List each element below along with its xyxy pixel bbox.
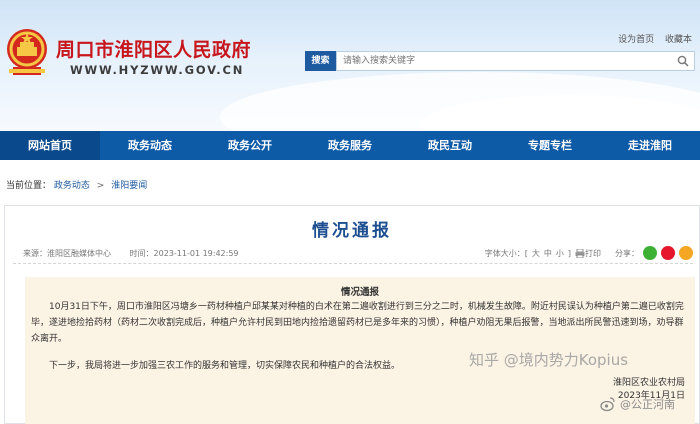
article-tools: 字体大小： [ 大 中 小 ] 打印 分享： (485, 246, 693, 260)
font-size-medium-button[interactable]: 中 (544, 248, 552, 259)
font-size-large-button[interactable]: 大 (532, 248, 540, 259)
nav-item-government-services[interactable]: 政务服务 (300, 131, 400, 160)
share-label: 分享： (615, 248, 639, 258)
nav-item-public-interaction[interactable]: 政民互动 (400, 131, 500, 160)
weibo-share-icon[interactable] (661, 246, 675, 260)
font-size-bracket-close: ] (567, 248, 571, 258)
print-icon[interactable] (575, 248, 585, 258)
signature-org: 淮阳区农业农村局 (612, 378, 685, 388)
top-links: 设为首页 收藏本 (610, 32, 692, 45)
font-size-small-button[interactable]: 小 (556, 248, 564, 259)
article-time: 时间：2023-11-01 19:42:59 (129, 249, 239, 258)
article-meta-left: 来源：淮阳区融媒体中心 时间：2023-11-01 19:42:59 (23, 248, 255, 259)
qzone-share-icon[interactable] (679, 246, 693, 260)
article-paragraph: 10月31日下午，周口市淮阳区冯塘乡一药材种植户邱某某对种植的白术在第二遍收割进… (31, 302, 684, 344)
breadcrumb-label: 当前位置： (6, 181, 52, 191)
nav-item-government-news[interactable]: 政务动态 (100, 131, 200, 160)
weibo-watermark: @公正河南 (600, 396, 675, 412)
font-size-bracket-open: [ (524, 248, 528, 258)
print-button[interactable]: 打印 (585, 248, 601, 259)
search-bar: 搜索 (305, 51, 695, 71)
site-header: 周口市淮阳区人民政府 WWW.HYZWW.GOV.CN 设为首页 收藏本 搜索 (0, 0, 700, 131)
national-emblem-icon (7, 29, 47, 75)
search-input[interactable] (336, 51, 695, 71)
nav-item-home[interactable]: 网站首页 (0, 131, 100, 160)
font-size-label: 字体大小： (484, 248, 525, 258)
article-panel: 情况通报 来源：淮阳区融媒体中心 时间：2023-11-01 19:42:59 … (4, 205, 700, 424)
site-url: WWW.HYZWW.GOV.CN (70, 63, 245, 77)
article-meta: 来源：淮阳区融媒体中心 时间：2023-11-01 19:42:59 字体大小：… (13, 244, 693, 264)
search-icon[interactable] (677, 55, 689, 67)
breadcrumb: 当前位置： 政务动态 > 淮阳要闻 (6, 178, 147, 191)
weibo-logo-icon (600, 397, 615, 412)
main-nav: 网站首页 政务动态 政务公开 政务服务 政民互动 专题专栏 走进淮阳 (0, 131, 700, 160)
bookmark-link[interactable]: 收藏本 (665, 35, 692, 45)
article-title: 情况通报 (312, 221, 392, 241)
set-homepage-link[interactable]: 设为首页 (618, 35, 654, 45)
nav-item-about-huaiyang[interactable]: 走进淮阳 (600, 131, 700, 160)
breadcrumb-separator: > (96, 181, 105, 191)
article-source: 来源：淮阳区融媒体中心 (23, 249, 111, 258)
search-label-button[interactable]: 搜索 (305, 51, 336, 71)
breadcrumb-link-news[interactable]: 政务动态 (54, 181, 90, 191)
wechat-share-icon[interactable] (643, 246, 657, 260)
weibo-watermark-text: @公正河南 (620, 398, 675, 411)
site-title: 周口市淮阳区人民政府 (56, 39, 252, 61)
nav-item-special-topics[interactable]: 专题专栏 (500, 131, 600, 160)
breadcrumb-link-huaiyang-news[interactable]: 淮阳要闻 (111, 181, 147, 191)
content-title: 情况通报 (340, 287, 379, 298)
nav-item-government-disclosure[interactable]: 政务公开 (200, 131, 300, 160)
zhihu-watermark: 知乎 @境内势力Kopius (469, 351, 629, 369)
